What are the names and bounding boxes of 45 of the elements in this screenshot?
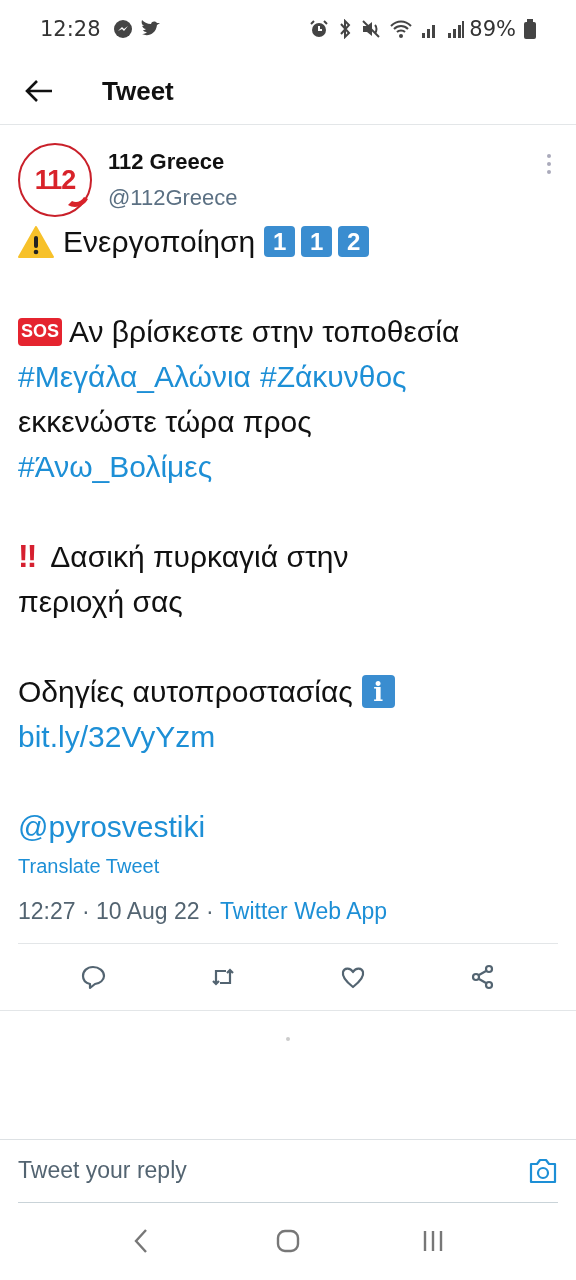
camera-icon [528, 1157, 558, 1184]
tweet-timestamp: 12:27 · 10 Aug 22 · [18, 898, 215, 925]
back-arrow-icon [24, 79, 54, 103]
account-logo[interactable]: 112 [18, 143, 92, 217]
battery-level: 89% [469, 17, 516, 41]
camera-button[interactable] [528, 1157, 558, 1184]
mute-icon [361, 19, 382, 39]
speech-bubble-icon [80, 964, 106, 990]
tweet-text: Δασική πυρκαγιά στην [50, 539, 349, 574]
hashtag-link[interactable]: #Άνω_Βολίμες [18, 449, 213, 484]
tweet-text: περιοχή σας [18, 584, 183, 619]
number-keycap: 1 [264, 226, 296, 257]
mention-link[interactable]: @pyrosvestiki [18, 809, 206, 844]
author-handle[interactable]: @112Greece [108, 185, 530, 211]
hashtag-link[interactable]: #Μεγάλα_Αλώνια [18, 359, 251, 394]
tweet-text: Οδηγίες αυτοπροστασίας [18, 674, 353, 709]
alarm-icon [309, 19, 330, 39]
info-emoji: i [361, 675, 395, 708]
number-keycap: 1 [301, 226, 333, 257]
status-time: 12:28 [40, 17, 101, 41]
translate-link[interactable]: Translate Tweet [18, 855, 160, 878]
share-button[interactable] [470, 964, 496, 990]
tweet-text: Ενεργοποίηση [63, 224, 256, 259]
wifi-icon [389, 19, 414, 39]
reply-button[interactable] [80, 964, 106, 990]
exclamation-emoji: ‼ [18, 538, 38, 575]
share-icon [470, 964, 496, 990]
bird-icon [140, 20, 161, 38]
rounded-square-icon [275, 1228, 301, 1254]
reply-field[interactable]: Tweet your reply [18, 1157, 528, 1184]
source-link[interactable]: Twitter Web App [220, 898, 388, 925]
hashtag-link[interactable]: #Ζάκυνθος [259, 359, 407, 394]
back-button[interactable] [24, 79, 54, 103]
tweet-text: εκκενώστε τώρα προς [18, 404, 312, 439]
more-icon [546, 153, 552, 175]
page-title: Tweet [102, 75, 174, 107]
warning-icon [18, 225, 54, 258]
battery-icon [524, 19, 536, 39]
home-nav-button[interactable] [275, 1228, 301, 1254]
sos-emoji: SOS [18, 317, 62, 346]
url-link[interactable]: bit.ly/32VyYzm [18, 719, 216, 754]
number-keycap: 2 [338, 226, 370, 257]
author-name[interactable]: 112 Greece [108, 149, 530, 175]
signal-icon [447, 19, 466, 39]
tweet-text: Αν βρίσκεστε στην τοποθεσία [69, 314, 460, 349]
